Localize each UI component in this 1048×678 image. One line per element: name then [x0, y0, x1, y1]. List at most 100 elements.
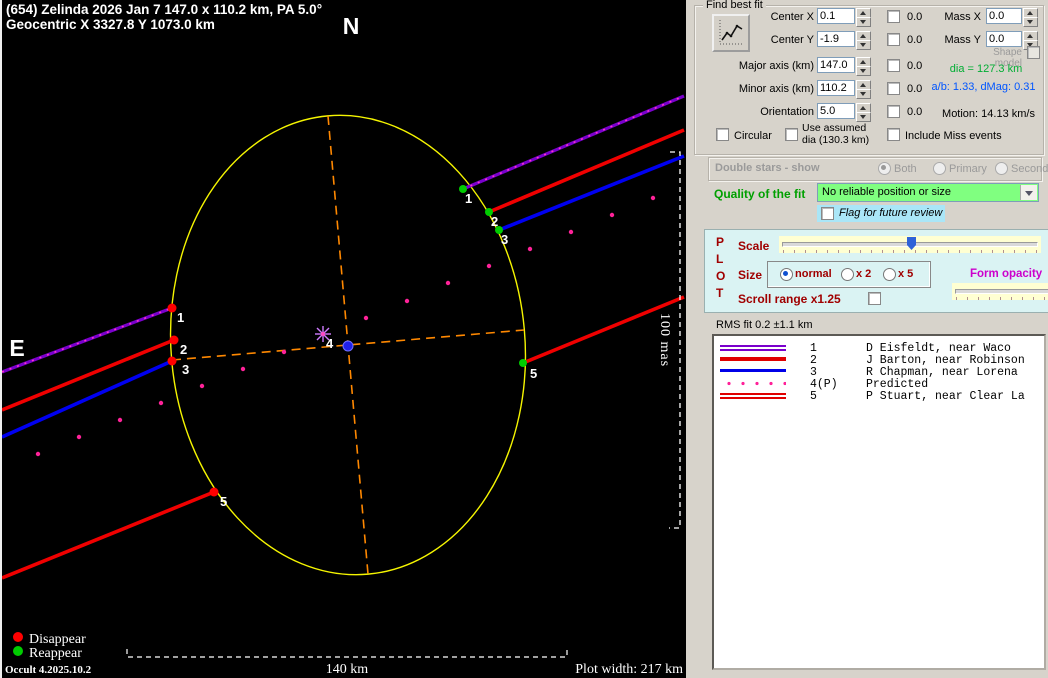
chord-1-left[interactable]: [2, 306, 173, 374]
motion-readout: Motion: 14.13 km/s: [942, 108, 1035, 120]
include-miss-checkbox[interactable]: [887, 128, 900, 141]
double-stars-title: Double stars - show: [715, 162, 820, 174]
plot-panel-letter-t: T: [716, 286, 724, 300]
scale-slider-thumb[interactable]: [907, 237, 916, 250]
disappear-point-1[interactable]: [167, 303, 177, 313]
scroll-range-checkbox[interactable]: [868, 292, 881, 305]
disappear-label-3: 3: [182, 362, 189, 377]
chord-5-number: 5: [810, 390, 817, 403]
size-x5-radio[interactable]: [883, 268, 896, 281]
orientation-label: Orientation: [760, 106, 814, 118]
east-label: E: [9, 335, 24, 361]
scale-slider[interactable]: [779, 236, 1041, 253]
chord-5-swatch: [720, 393, 786, 399]
size-radio-group: normal x 2 x 5: [767, 261, 931, 288]
disappear-label-1: 1: [177, 310, 184, 325]
plot-panel-letter-o: O: [716, 269, 726, 283]
use-assumed-label-line2: dia (130.3 km): [802, 134, 870, 146]
center-y-label: Center Y: [770, 34, 814, 46]
chord-list-row-4[interactable]: 4(P) Predicted: [714, 378, 1044, 391]
reappear-label-1: 1: [465, 191, 472, 206]
quality-of-fit-dropdown[interactable]: No reliable position or size: [817, 183, 1039, 202]
quality-of-fit-value: No reliable position or size: [822, 186, 952, 198]
double-stars-secondary-radio[interactable]: [995, 162, 1008, 175]
quality-of-fit-label: Quality of the fit: [714, 187, 806, 201]
minor-axis-spinner[interactable]: [856, 80, 871, 99]
chord-4-swatch: [720, 381, 786, 386]
mass-y-label: Mass Y: [944, 34, 981, 46]
chord-5-left[interactable]: [2, 490, 215, 580]
center-x-input[interactable]: [817, 8, 855, 24]
double-stars-primary-radio[interactable]: [933, 162, 946, 175]
major-axis-input[interactable]: [817, 57, 855, 73]
orientation-lock-checkbox[interactable]: [887, 105, 900, 118]
plot-panel-letter-p: P: [716, 235, 725, 249]
minor-axis-lock-checkbox[interactable]: [887, 82, 900, 95]
center-x-spinner[interactable]: [856, 8, 871, 27]
disappear-legend-dot: [13, 632, 23, 642]
ellipse-center-marker[interactable]: [342, 340, 354, 352]
mas-scale-label: 100 mas: [657, 313, 672, 367]
reappear-point-5[interactable]: [519, 359, 527, 367]
use-assumed-checkbox[interactable]: [785, 128, 798, 141]
center-y-spinner[interactable]: [856, 31, 871, 50]
flag-review-checkbox[interactable]: [821, 207, 834, 220]
chord-list-row-3[interactable]: 3 R Chapman, near Lorena: [714, 366, 1044, 379]
major-axis-lock-checkbox[interactable]: [887, 59, 900, 72]
reappear-legend-dot: [13, 646, 23, 656]
orientation-aux-value: 0.0: [907, 106, 923, 118]
form-opacity-slider[interactable]: [952, 283, 1048, 300]
double-stars-both-label: Both: [894, 163, 917, 175]
km-scale-bar: [126, 649, 568, 658]
occultation-plot-canvas[interactable]: 1 2 3 5 1 2 3 5 4 (654) Zelinda 2026 Jan…: [2, 0, 686, 678]
north-label: N: [343, 13, 360, 39]
plot-controls-panel: P L O T Scale Size normal x 2 x 5 Form o…: [704, 229, 1048, 313]
center-x-aux-value: 0.0: [907, 11, 923, 23]
disappear-label-5: 5: [220, 494, 227, 509]
plot-title-line2: Geocentric X 3327.8 Y 1073.0 km: [6, 17, 215, 32]
disappear-legend-label: Disappear: [29, 632, 86, 647]
major-axis-spinner[interactable]: [856, 57, 871, 76]
disappear-point-5[interactable]: [209, 487, 219, 497]
circular-label: Circular: [734, 130, 772, 142]
disappear-point-3[interactable]: [167, 356, 177, 366]
orientation-input[interactable]: [817, 103, 855, 119]
mass-x-label: Mass X: [944, 11, 981, 23]
center-y-lock-checkbox[interactable]: [887, 33, 900, 46]
include-miss-label: Include Miss events: [905, 130, 1002, 142]
flag-review-label: Flag for future review: [839, 207, 943, 219]
version-label: Occult 4.2025.10.2: [5, 664, 92, 676]
circular-checkbox[interactable]: [716, 128, 729, 141]
minor-axis-input[interactable]: [817, 80, 855, 96]
size-x2-radio[interactable]: [841, 268, 854, 281]
size-label: Size: [738, 268, 763, 282]
mass-y-input[interactable]: [986, 31, 1022, 47]
mass-x-input[interactable]: [986, 8, 1022, 24]
chord-1-swatch: [720, 345, 786, 351]
chord-list-row-2[interactable]: 2 J Barton, near Robinson: [714, 354, 1044, 367]
disappear-label-2: 2: [180, 342, 187, 357]
size-normal-radio[interactable]: [780, 268, 793, 281]
dropdown-chevron-icon[interactable]: [1020, 185, 1037, 200]
chord-list-row-5[interactable]: 5 P Stuart, near Clear La: [714, 390, 1044, 403]
orientation-spinner[interactable]: [856, 103, 871, 122]
center-y-input[interactable]: [817, 31, 855, 47]
size-x5-label: x 5: [898, 268, 914, 280]
occult-window: 1 2 3 5 1 2 3 5 4 (654) Zelinda 2026 Jan…: [0, 0, 1048, 678]
center-x-lock-checkbox[interactable]: [887, 10, 900, 23]
minor-axis-label: Minor axis (km): [738, 83, 814, 95]
scale-label: Scale: [738, 239, 770, 253]
chord-3-swatch: [720, 369, 786, 372]
double-stars-both-radio[interactable]: [878, 162, 891, 175]
disappear-point-2[interactable]: [169, 335, 179, 345]
mass-x-spinner[interactable]: [1023, 8, 1038, 27]
center-x-label: Center X: [770, 11, 814, 23]
chord-list[interactable]: 1 D Eisfeldt, near Waco 2 J Barton, near…: [712, 334, 1046, 670]
chord-2-right[interactable]: [488, 128, 685, 214]
find-best-fit-title: Find best fit: [703, 0, 766, 11]
double-stars-group: Double stars - show Both Primary Seconda…: [708, 157, 1048, 181]
reappear-label-5: 5: [530, 366, 537, 381]
shape-model-checkbox[interactable]: [1027, 46, 1040, 59]
major-axis-label: Major axis (km): [738, 60, 814, 72]
chord-list-row-1[interactable]: 1 D Eisfeldt, near Waco: [714, 342, 1044, 355]
